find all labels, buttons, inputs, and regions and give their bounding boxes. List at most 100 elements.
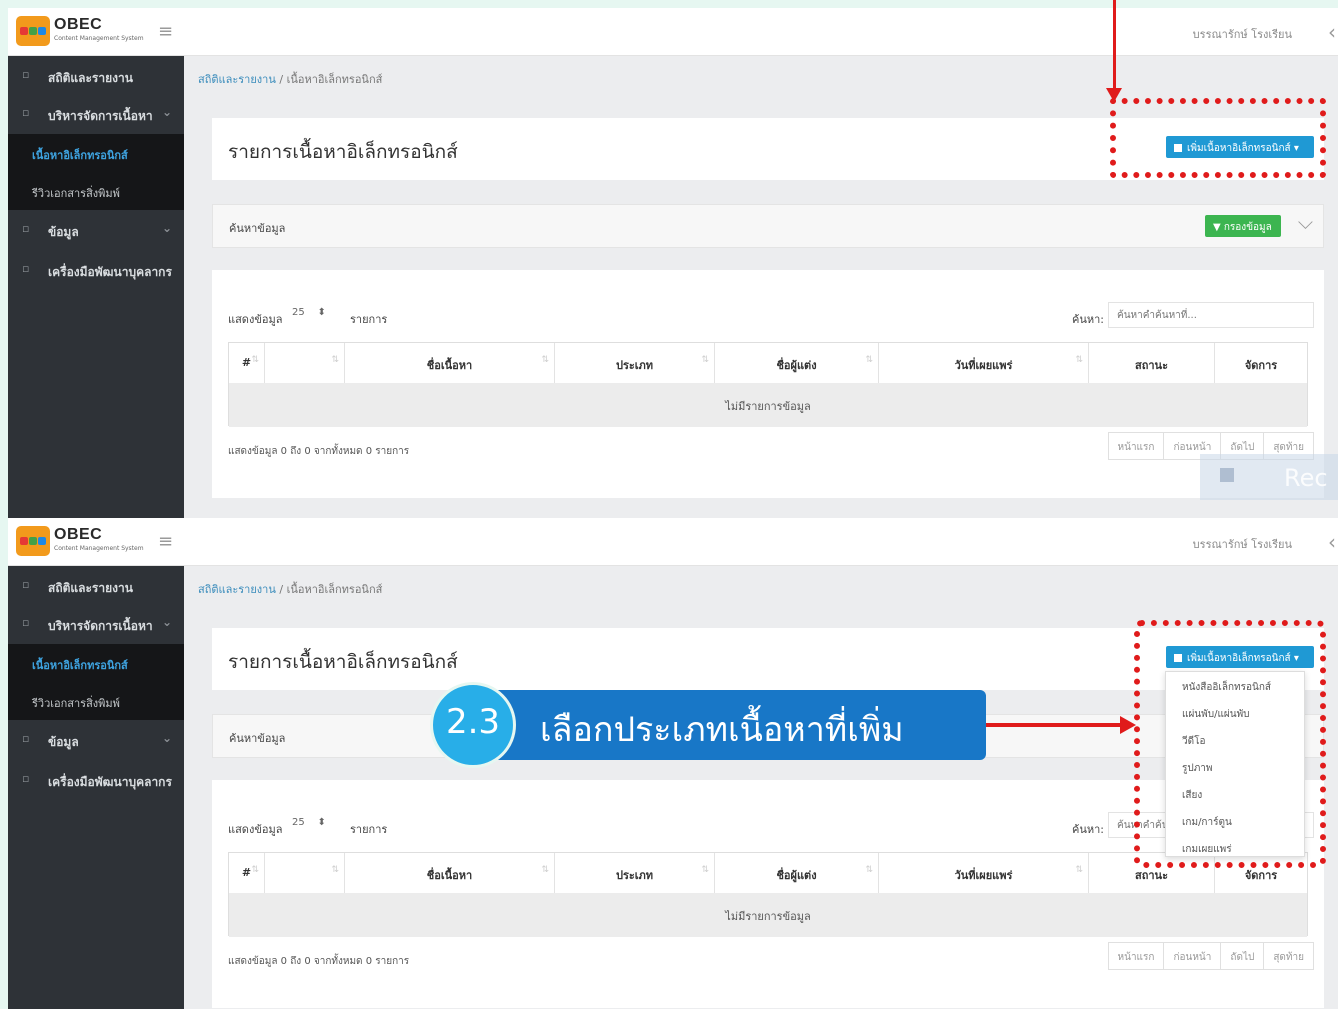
pagination: หน้าแรก ก่อนหน้า ถัดไป สุดท้าย [1107, 942, 1314, 970]
record-icon [1220, 468, 1234, 482]
sidebar-item-tools[interactable]: ▫ เครื่องมือพัฒนาบุคลากร [8, 252, 184, 290]
breadcrumb-home[interactable]: สถิติและรายงาน [198, 583, 276, 596]
column-header-status[interactable]: สถานะ [1089, 343, 1215, 383]
chevron-left-icon[interactable]: ‹ [1328, 20, 1336, 44]
pager-first[interactable]: หน้าแรก [1109, 433, 1165, 459]
column-header-label: ประเภท [615, 869, 654, 882]
sidebar-item-label: เครื่องมือพัฒนาบุคลากร [48, 265, 172, 279]
page-title: รายการเนื้อหาอิเล็กทรอนิกส์ [228, 141, 458, 163]
breadcrumb: สถิติและรายงาน / เนื้อหาอิเล็กทรอนิกส์ [198, 580, 382, 598]
logo-subtitle: Content Management System [54, 545, 144, 552]
chevron-down-icon: ⌄ [161, 731, 172, 745]
sidebar-item-reports[interactable]: ▫ สถิติและรายงาน [8, 58, 184, 96]
column-header-label: จัดการ [1244, 359, 1278, 372]
column-header-label: ชื่อผู้แต่ง [776, 359, 817, 372]
breadcrumb-separator: / [279, 583, 284, 596]
hamburger-icon[interactable]: ≡ [158, 533, 173, 551]
length-suffix: รายการ [350, 313, 388, 326]
pager-last[interactable]: สุดท้าย [1264, 943, 1313, 969]
breadcrumb-home[interactable]: สถิติและรายงาน [198, 73, 276, 86]
sidebar-subitem-print-review[interactable]: รีวิวเอกสารสิ่งพิมพ์ [8, 682, 184, 720]
column-header-cover[interactable]: ⇅ [265, 853, 345, 893]
page-length-select[interactable]: 25 ⬍ [292, 307, 346, 325]
table-info: แสดงข้อมูล 0 ถึง 0 จากทั้งหมด 0 รายการ [228, 446, 410, 457]
hamburger-icon[interactable]: ≡ [158, 23, 173, 41]
column-header-title[interactable]: ชื่อเนื้อหา ⇅ [345, 343, 555, 383]
sort-icon: ⇅ [701, 865, 709, 875]
sidebar-subitem-ebooks[interactable]: เนื้อหาอิเล็กทรอนิกส์ [8, 644, 184, 682]
step-number: 2.3 [445, 702, 501, 742]
pager-next[interactable]: ถัดไป [1221, 943, 1265, 969]
content-table: # ⇅ ⇅ ชื่อเนื้อหา ⇅ ประเภท ⇅ ชื่อผู้แต่ง ⇅ ว… [228, 342, 1308, 427]
logo-title: OBEC [54, 526, 103, 543]
sidebar-item-content[interactable]: ▫ บริหารจัดการเนื้อหา ⌄ [8, 96, 184, 134]
column-header-label: วันที่เผยแพร่ [954, 869, 1013, 882]
table-info: แสดงข้อมูล 0 ถึง 0 จากทั้งหมด 0 รายการ [228, 956, 410, 967]
column-header-published[interactable]: วันที่เผยแพร่ ⇅ [879, 853, 1089, 893]
sidebar-item-data[interactable]: ▫ ข้อมูล ⌄ [8, 722, 184, 760]
page-title: รายการเนื้อหาอิเล็กทรอนิกส์ [228, 651, 458, 673]
column-header-label: สถานะ [1135, 359, 1168, 372]
column-header-label: # [241, 356, 252, 369]
logo-subtitle: Content Management System [54, 35, 144, 42]
column-header-label: วันที่เผยแพร่ [954, 359, 1013, 372]
pager-first[interactable]: หน้าแรก [1109, 943, 1165, 969]
user-menu-link[interactable]: บรรณารักษ์ โรงเรียน [1193, 535, 1292, 553]
column-header-index[interactable]: # ⇅ [229, 343, 265, 383]
sort-icon: ⇅ [701, 355, 709, 365]
search-input[interactable] [1108, 302, 1314, 328]
search-panel: ค้นหาข้อมูล ▼ กรองข้อมูล ⌵ [212, 204, 1324, 248]
sidebar-item-content[interactable]: ▫ บริหารจัดการเนื้อหา ⌄ [8, 606, 184, 644]
sidebar-item-reports[interactable]: ▫ สถิติและรายงาน [8, 568, 184, 606]
sidebar-item-label: เครื่องมือพัฒนาบุคลากร [48, 775, 172, 789]
chevron-down-icon[interactable]: ⌵ [1298, 210, 1313, 234]
column-header-published[interactable]: วันที่เผยแพร่ ⇅ [879, 343, 1089, 383]
empty-table-row: ไม่มีรายการข้อมูล [229, 383, 1307, 427]
sidebar-item-label: สถิติและรายงาน [48, 71, 133, 85]
sort-icon: ⇅ [331, 355, 339, 365]
chevron-left-icon[interactable]: ‹ [1328, 530, 1336, 554]
logo-icon [16, 16, 50, 46]
sidebar-item-tools[interactable]: ▫ เครื่องมือพัฒนาบุคลากร [8, 762, 184, 800]
sidebar: ▫ สถิติและรายงาน ▫ บริหารจัดการเนื้อหา ⌄… [8, 566, 184, 1009]
database-icon: ▫ [22, 222, 30, 235]
edit-icon: ▫ [22, 616, 30, 629]
column-header-label: ชื่อเนื้อหา [426, 359, 473, 372]
column-header-index[interactable]: # ⇅ [229, 853, 265, 893]
sidebar-subitem-label: เนื้อหาอิเล็กทรอนิกส์ [32, 149, 128, 162]
tools-icon: ▫ [22, 772, 30, 785]
column-header-cover[interactable]: ⇅ [265, 343, 345, 383]
sidebar-item-label: บริหารจัดการเนื้อหา [48, 619, 153, 633]
search-panel-title: ค้นหาข้อมูล [229, 732, 286, 745]
annotation-highlight-add-button [1110, 98, 1326, 178]
obec-logo[interactable]: OBEC Content Management System [16, 16, 156, 48]
sidebar-subitem-print-review[interactable]: รีวิวเอกสารสิ่งพิมพ์ [8, 172, 184, 210]
sidebar-subitem-label: รีวิวเอกสารสิ่งพิมพ์ [32, 697, 120, 710]
sort-icon: ⇅ [541, 865, 549, 875]
column-header-label: ชื่อเนื้อหา [426, 869, 473, 882]
user-menu-link[interactable]: บรรณารักษ์ โรงเรียน [1193, 25, 1292, 43]
filter-button[interactable]: ▼ กรองข้อมูล [1205, 215, 1281, 237]
sort-icon: ⇅ [1075, 355, 1083, 365]
sort-icon: ⇅ [865, 355, 873, 365]
column-header-title[interactable]: ชื่อเนื้อหา ⇅ [345, 853, 555, 893]
column-header-label: จัดการ [1244, 869, 1278, 882]
breadcrumb-current: เนื้อหาอิเล็กทรอนิกส์ [286, 73, 383, 86]
column-header-author[interactable]: ชื่อผู้แต่ง ⇅ [715, 853, 879, 893]
edit-icon: ▫ [22, 106, 30, 119]
column-header-type[interactable]: ประเภท ⇅ [555, 343, 715, 383]
filter-button-label: กรองข้อมูล [1223, 222, 1272, 233]
breadcrumb: สถิติและรายงาน / เนื้อหาอิเล็กทรอนิกส์ [198, 70, 382, 88]
pager-previous[interactable]: ก่อนหน้า [1164, 943, 1222, 969]
column-header-author[interactable]: ชื่อผู้แต่ง ⇅ [715, 343, 879, 383]
logo-title: OBEC [54, 16, 103, 33]
sidebar-item-data[interactable]: ▫ ข้อมูล ⌄ [8, 212, 184, 250]
chart-icon: ▫ [22, 578, 30, 591]
page-length-select[interactable]: 25 ⬍ [292, 817, 346, 835]
length-suffix: รายการ [350, 823, 388, 836]
obec-logo[interactable]: OBEC Content Management System [16, 526, 156, 558]
chevron-down-icon: ⌄ [161, 221, 172, 235]
sidebar-subitem-ebooks[interactable]: เนื้อหาอิเล็กทรอนิกส์ [8, 134, 184, 172]
column-header-type[interactable]: ประเภท ⇅ [555, 853, 715, 893]
length-label: แสดงข้อมูล [228, 823, 283, 836]
